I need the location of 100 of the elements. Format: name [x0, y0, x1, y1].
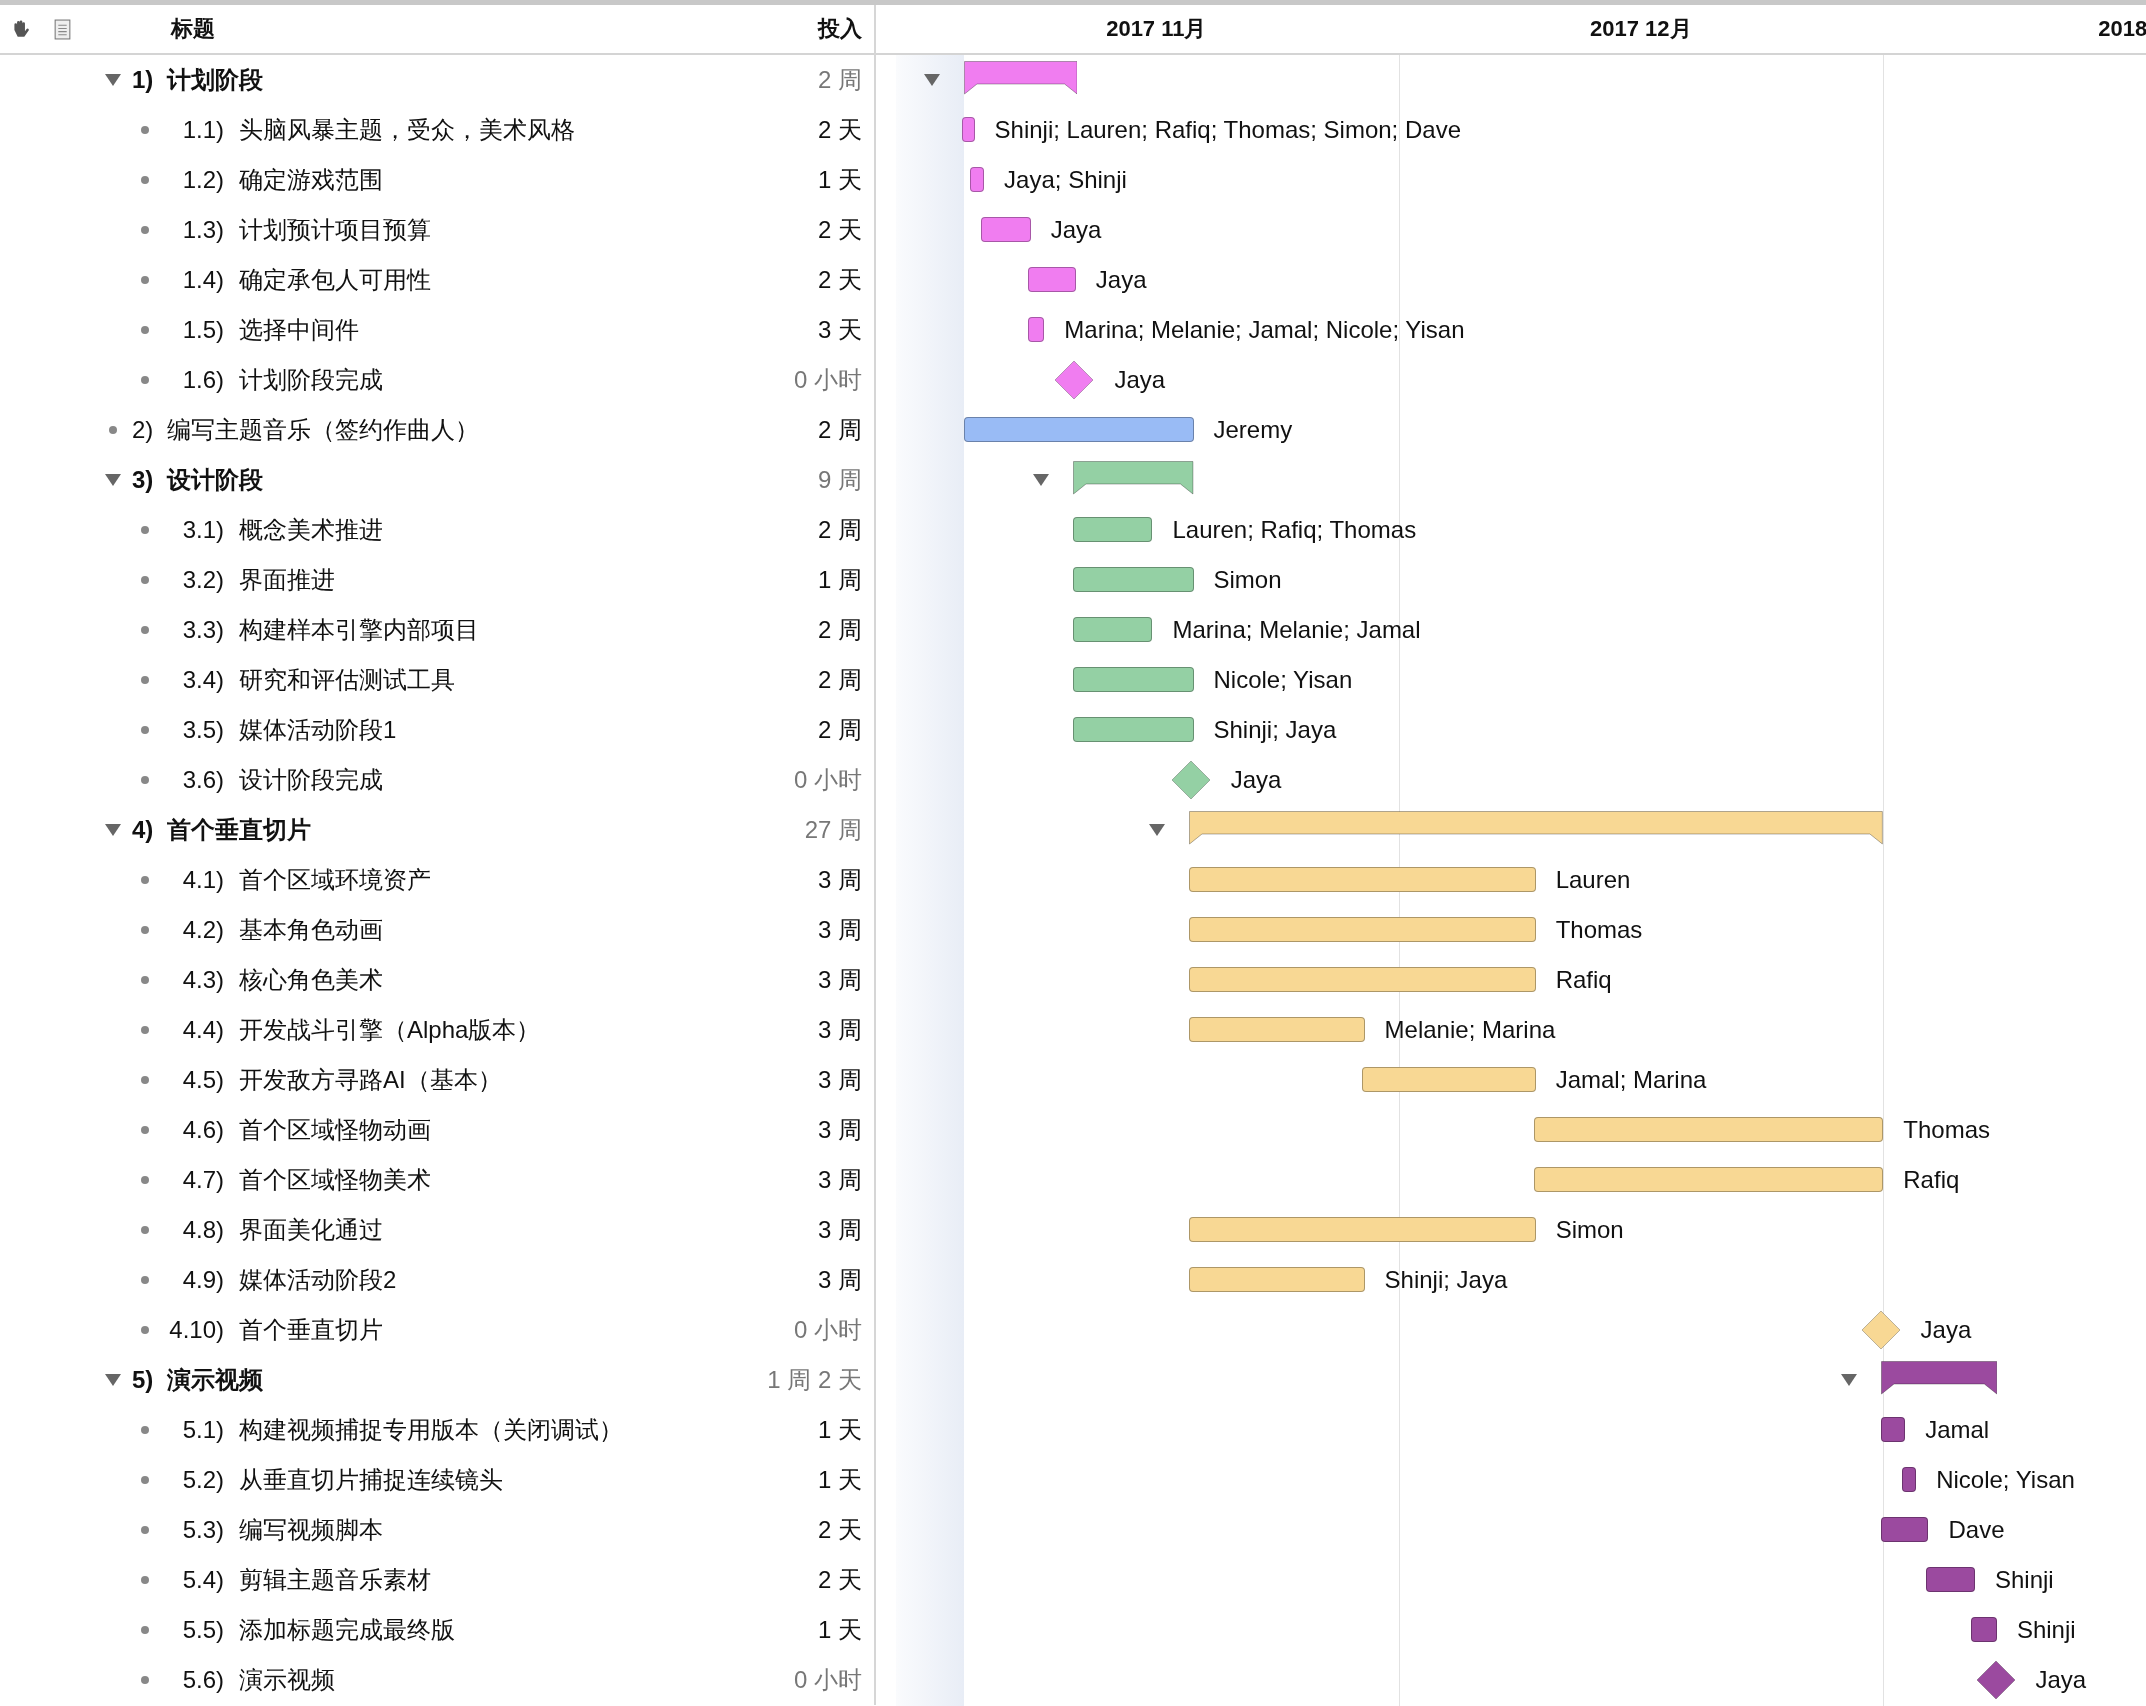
summary-bar[interactable]	[1880, 1361, 1997, 1395]
milestone-diamond[interactable]	[1170, 760, 1211, 800]
collapse-triangle-icon[interactable]	[1840, 1373, 1857, 1387]
task-title[interactable]: 首个区域怪物美术	[239, 1164, 431, 1196]
task-title[interactable]: 基本角色动画	[239, 914, 383, 946]
effort-value: 2 周	[818, 415, 862, 445]
outline-number: 4.4)	[181, 1016, 224, 1044]
task-title[interactable]: 核心角色美术	[239, 964, 383, 996]
bullet-icon	[141, 1576, 149, 1584]
bullet-icon	[141, 1276, 149, 1284]
collapse-triangle-icon[interactable]	[1033, 473, 1050, 487]
task-title[interactable]: 开发战斗引擎（Alpha版本）	[239, 1014, 541, 1046]
task-title[interactable]: 界面美化通过	[239, 1214, 383, 1246]
effort-value: 2 天	[818, 1515, 862, 1545]
task-bar[interactable]	[1880, 1417, 1906, 1442]
task-title[interactable]: 构建视频捕捉专用版本（关闭调试）	[239, 1414, 623, 1446]
effort-value: 3 周	[818, 1115, 862, 1145]
resource-label: Jeremy	[1213, 415, 1293, 445]
resource-label: Rafiq	[1903, 1165, 1960, 1195]
outline-number: 2)	[132, 416, 154, 444]
task-bar[interactable]	[1970, 1617, 1997, 1642]
bullet-icon	[141, 776, 149, 784]
outline-number: 3.1)	[181, 516, 224, 544]
task-title[interactable]: 演示视频	[167, 1364, 264, 1396]
effort-value: 2 周	[818, 715, 862, 745]
column-header[interactable]: 投入	[818, 14, 862, 44]
effort-value: 2 周	[818, 65, 862, 95]
outline-number: 1.6)	[181, 366, 224, 394]
task-bar[interactable]	[1880, 1517, 1929, 1542]
effort-value: 3 天	[818, 315, 862, 345]
task-title[interactable]: 确定承包人可用性	[239, 264, 431, 296]
bullet-icon	[141, 526, 149, 534]
resource-label: Thomas	[1555, 915, 1643, 945]
task-title[interactable]: 计划阶段	[167, 64, 264, 96]
outline-number: 3.5)	[181, 716, 224, 744]
outline-number: 4.5)	[181, 1066, 224, 1094]
task-title[interactable]: 演示视频	[239, 1664, 335, 1696]
milestone-diamond[interactable]	[1054, 360, 1095, 400]
resource-label: Nicole; Yisan	[1213, 665, 1353, 695]
task-title[interactable]: 确定游戏范围	[239, 164, 383, 196]
task-bar[interactable]	[1925, 1567, 1975, 1592]
bullet-icon	[141, 626, 149, 634]
resource-label: Marina; Melanie; Jamal	[1172, 615, 1421, 645]
effort-value: 3 周	[818, 865, 862, 895]
task-bar[interactable]	[1027, 317, 1045, 342]
bullet-icon	[141, 1226, 149, 1234]
milestone-diamond[interactable]	[1975, 1660, 2016, 1700]
collapse-triangle-icon[interactable]	[923, 73, 940, 87]
task-title[interactable]: 概念美术推进	[239, 514, 383, 546]
bullet-icon	[141, 676, 149, 684]
outline-number: 1.3)	[181, 216, 224, 244]
task-title[interactable]: 编写视频脚本	[239, 1514, 383, 1546]
effort-value: 2 天	[818, 115, 862, 145]
task-title[interactable]: 计划预计项目预算	[239, 214, 431, 246]
task-title[interactable]: 媒体活动阶段2	[239, 1264, 397, 1296]
column-header[interactable]: 标题	[171, 14, 215, 44]
collapse-triangle-icon[interactable]	[105, 1373, 121, 1387]
task-bar[interactable]	[1902, 1467, 1917, 1492]
task-title[interactable]: 首个垂直切片	[239, 1314, 383, 1346]
task-title[interactable]: 剪辑主题音乐素材	[239, 1564, 431, 1596]
task-title[interactable]: 头脑风暴主题，受众，美术风格	[239, 114, 575, 146]
summary-bar[interactable]	[963, 61, 1078, 95]
collapse-triangle-icon[interactable]	[105, 73, 121, 87]
bullet-icon	[141, 1176, 149, 1184]
task-title[interactable]: 设计阶段	[167, 464, 264, 496]
task-title[interactable]: 开发敌方寻路AI（基本）	[239, 1064, 502, 1096]
task-title[interactable]: 媒体活动阶段1	[239, 714, 397, 746]
document-icon[interactable]	[54, 18, 71, 40]
task-title[interactable]: 研究和评估测试工具	[239, 664, 455, 696]
task-title[interactable]: 从垂直切片捕捉连续镜头	[239, 1464, 503, 1496]
task-title[interactable]: 编写主题音乐（签约作曲人）	[167, 414, 480, 446]
bullet-icon	[141, 976, 149, 984]
outline-number: 3.2)	[181, 566, 224, 594]
outline-number: 5.2)	[181, 1466, 224, 1494]
collapse-triangle-icon[interactable]	[105, 473, 121, 487]
task-title[interactable]: 选择中间件	[239, 314, 359, 346]
resource-label: Jaya	[2035, 1665, 2087, 1695]
effort-value: 9 周	[818, 465, 862, 495]
task-title[interactable]: 构建样本引擎内部项目	[239, 614, 479, 646]
resource-label: Shinji; Jaya	[1384, 1265, 1508, 1295]
resource-label: Lauren	[1555, 865, 1631, 895]
bullet-icon	[141, 1026, 149, 1034]
effort-value: 3 周	[818, 1015, 862, 1045]
task-title[interactable]: 设计阶段完成	[239, 764, 383, 796]
resource-label: Rafiq	[1555, 965, 1612, 995]
task-title[interactable]: 计划阶段完成	[239, 364, 383, 396]
task-title[interactable]: 添加标题完成最终版	[239, 1614, 455, 1646]
task-title[interactable]: 界面推进	[239, 564, 335, 596]
collapse-triangle-icon[interactable]	[1149, 823, 1166, 837]
task-bar[interactable]	[970, 167, 985, 192]
collapse-triangle-icon[interactable]	[105, 823, 121, 837]
bullet-icon	[141, 1676, 149, 1684]
outline-number: 4.1)	[181, 866, 224, 894]
task-title[interactable]: 首个垂直切片	[167, 814, 312, 846]
task-title[interactable]: 首个区域环境资产	[239, 864, 431, 896]
task-bar[interactable]	[1027, 267, 1076, 292]
task-title[interactable]: 首个区域怪物动画	[239, 1114, 431, 1146]
outline-number: 4.8)	[181, 1216, 224, 1244]
bullet-icon	[141, 726, 149, 734]
effort-value: 1 天	[818, 1415, 862, 1445]
